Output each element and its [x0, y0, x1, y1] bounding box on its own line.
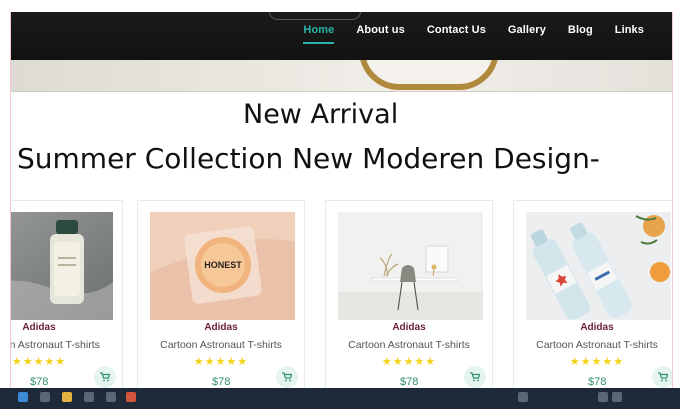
product-image-compact[interactable]: HONEST	[150, 212, 295, 320]
product-card[interactable]: HONEST Adidas Cartoon Astronaut T-shirts…	[137, 200, 305, 395]
cart-icon	[658, 372, 668, 382]
product-card[interactable]: Adidas Cartoon Astronaut T-shirts ★★★★★ …	[513, 200, 672, 395]
product-brand: Adidas	[392, 322, 426, 333]
section-subtitle: Summer Collection New Moderen Design-	[17, 142, 600, 175]
rating-stars: ★★★★★	[381, 356, 437, 368]
cart-icon	[100, 372, 110, 382]
tray-icon[interactable]	[518, 392, 528, 402]
nav-link-gallery[interactable]: Gallery	[508, 24, 546, 36]
folder-icon[interactable]	[62, 392, 72, 402]
product-price: $78	[212, 376, 231, 388]
nav-logo-outline	[269, 12, 361, 20]
product-price: $78	[400, 376, 419, 388]
section-title: New Arrival	[243, 99, 399, 130]
taskbar-app-icon[interactable]	[40, 392, 50, 402]
hero-banner-image	[11, 60, 672, 92]
product-price: $78	[588, 376, 607, 388]
product-card[interactable]: Adidas Cartoon Astronaut T-shirts ★★★★★ …	[11, 200, 123, 395]
product-title[interactable]: Cartoon Astronaut T-shirts	[11, 339, 122, 351]
nav-link-contact[interactable]: Contact Us	[427, 24, 486, 36]
top-navbar: Home About us Contact Us Gallery Blog Li…	[11, 12, 672, 60]
browser-icon[interactable]	[126, 392, 136, 402]
product-brand: Adidas	[22, 322, 56, 333]
start-icon[interactable]	[18, 392, 28, 402]
product-brand: Adidas	[580, 322, 614, 333]
nav-link-links[interactable]: Links	[615, 24, 644, 36]
tray-icon[interactable]	[598, 392, 608, 402]
mirror-decoration	[359, 60, 499, 90]
product-brand: Adidas	[204, 322, 238, 333]
nav-link-home[interactable]: Home	[303, 24, 335, 44]
add-to-cart-button[interactable]	[276, 366, 298, 388]
nav-link-blog[interactable]: Blog	[568, 24, 593, 36]
nav-link-about[interactable]: About us	[356, 24, 404, 36]
taskbar-app-icon[interactable]	[84, 392, 94, 402]
add-to-cart-button[interactable]	[94, 366, 116, 388]
cart-icon	[470, 372, 480, 382]
rating-stars: ★★★★★	[569, 356, 625, 368]
add-to-cart-button[interactable]	[464, 366, 486, 388]
product-list: Adidas Cartoon Astronaut T-shirts ★★★★★ …	[11, 200, 672, 395]
product-price: $78	[30, 376, 49, 388]
product-image-bottles[interactable]	[526, 212, 671, 320]
product-card[interactable]: Adidas Cartoon Astronaut T-shirts ★★★★★ …	[325, 200, 493, 395]
rating-stars: ★★★★★	[193, 356, 249, 368]
os-taskbar	[0, 388, 680, 409]
product-title[interactable]: Cartoon Astronaut T-shirts	[326, 339, 492, 351]
nav-menu: Home About us Contact Us Gallery Blog Li…	[281, 24, 644, 44]
product-image-perfume[interactable]	[11, 212, 113, 320]
product-title[interactable]: Cartoon Astronaut T-shirts	[138, 339, 304, 351]
add-to-cart-button[interactable]	[652, 366, 672, 388]
product-image-desk[interactable]	[338, 212, 483, 320]
svg-text:HONEST: HONEST	[204, 260, 242, 270]
taskbar-app-icon[interactable]	[106, 392, 116, 402]
product-title[interactable]: Cartoon Astronaut T-shirts	[514, 339, 672, 351]
tray-icon[interactable]	[612, 392, 622, 402]
cart-icon	[282, 372, 292, 382]
web-page: Home About us Contact Us Gallery Blog Li…	[10, 12, 673, 395]
